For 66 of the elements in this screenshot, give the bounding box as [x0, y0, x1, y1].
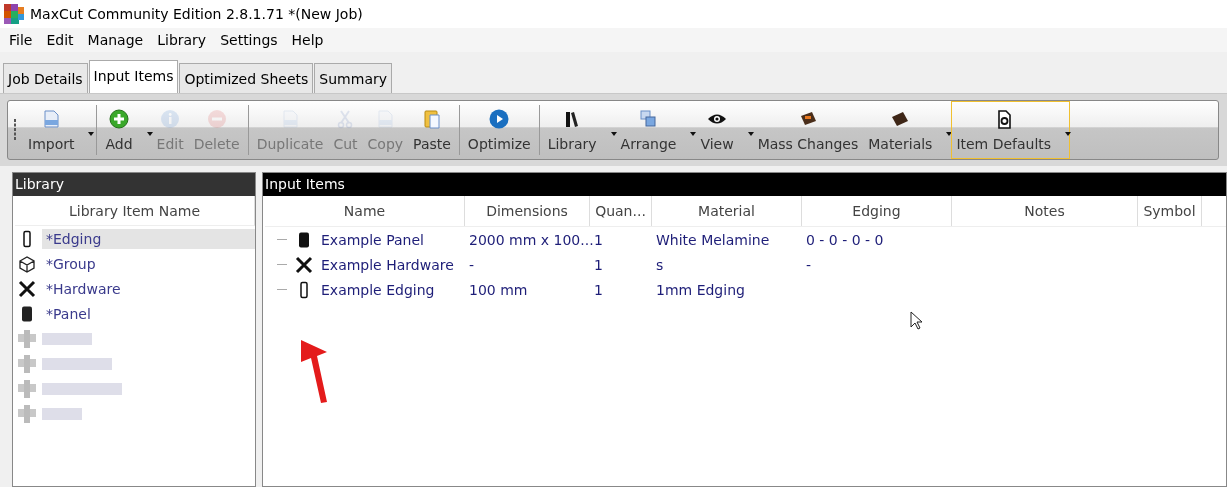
table-cell: 1: [594, 231, 603, 248]
table-cell: Example Edging: [321, 281, 435, 298]
tab[interactable]: Input Items: [88, 60, 179, 93]
tools-icon: [18, 279, 36, 298]
window-title: MaxCut Community Edition 2.8.1.71 *(New Job): [30, 6, 363, 22]
table-cell: White Melamine: [656, 231, 770, 248]
tools-icon: [295, 255, 313, 274]
table-cell: Example Panel: [321, 231, 424, 248]
toolbar-button[interactable]: Add: [100, 101, 152, 159]
blurred-icon: [18, 329, 36, 348]
blurred-icon: [18, 379, 36, 398]
menu-item[interactable]: Edit: [39, 32, 81, 48]
table-cell: -: [806, 256, 812, 273]
column-header[interactable]: Material: [652, 196, 802, 226]
table-cell: -: [469, 256, 475, 273]
column-header[interactable]: Symbol: [1138, 196, 1202, 226]
library-item[interactable]: *Hardware: [42, 278, 255, 299]
column-header[interactable]: Notes: [952, 196, 1138, 226]
blurred-item: [42, 407, 82, 420]
arrow-annotation: [299, 338, 329, 404]
app-logo-icon: [4, 4, 24, 24]
menu-item[interactable]: File: [2, 32, 40, 48]
panel-header: Library: [13, 173, 255, 196]
blurred-item: [42, 357, 112, 370]
info-icon: [159, 108, 182, 130]
blurred-item: [42, 332, 92, 345]
plus-icon: [108, 108, 130, 130]
blurred-icon: [18, 404, 36, 423]
minus-icon: [205, 108, 228, 130]
toolbar-button[interactable]: View: [695, 101, 753, 159]
grip-icon: [14, 119, 17, 141]
column-header[interactable]: Library Item Name: [15, 196, 255, 226]
tab[interactable]: Summary: [314, 63, 392, 93]
table-cell: 2000 mm x 100...: [469, 231, 594, 248]
cursor-icon: [910, 311, 922, 330]
play-icon: [488, 108, 511, 130]
column-header[interactable]: Dimensions: [465, 196, 590, 226]
toolbar-button[interactable]: Item Defaults: [951, 101, 1071, 159]
menu-item[interactable]: Manage: [80, 32, 151, 48]
menu-item[interactable]: Settings: [213, 32, 285, 48]
toolbar-button[interactable]: Library: [542, 101, 616, 159]
library-item[interactable]: *Edging: [42, 228, 255, 249]
table-cell: 1: [594, 256, 603, 273]
toolbar-button[interactable]: Materials: [863, 101, 952, 159]
table-cell: 1: [594, 281, 603, 298]
cube-icon: [18, 254, 36, 273]
toolbar-button[interactable]: Mass Changes: [752, 101, 864, 159]
menu-item[interactable]: Library: [150, 32, 214, 48]
tab[interactable]: Optimized Sheets: [179, 63, 314, 93]
table-cell: Example Hardware: [321, 256, 454, 273]
table-cell: s: [656, 256, 664, 273]
library-item[interactable]: *Group: [42, 253, 255, 274]
table-cell: 0 - 0 - 0 - 0: [806, 231, 884, 248]
toolbar-button[interactable]: Paste: [408, 101, 456, 159]
column-header[interactable]: Name: [265, 196, 465, 226]
table-cell: 1mm Edging: [656, 281, 745, 298]
column-header[interactable]: Edging: [802, 196, 952, 226]
tab[interactable]: Job Details: [3, 63, 88, 93]
table-cell: 100 mm: [469, 281, 528, 298]
blurred-icon: [18, 354, 36, 373]
toolbar-button[interactable]: Optimize: [462, 101, 536, 159]
toolbar-button[interactable]: Arrange: [615, 101, 696, 159]
menu-item[interactable]: Help: [284, 32, 331, 48]
library-item[interactable]: *Panel: [42, 303, 255, 324]
panel-header: Input Items: [263, 173, 1226, 196]
column-header[interactable]: Quan...: [590, 196, 652, 226]
